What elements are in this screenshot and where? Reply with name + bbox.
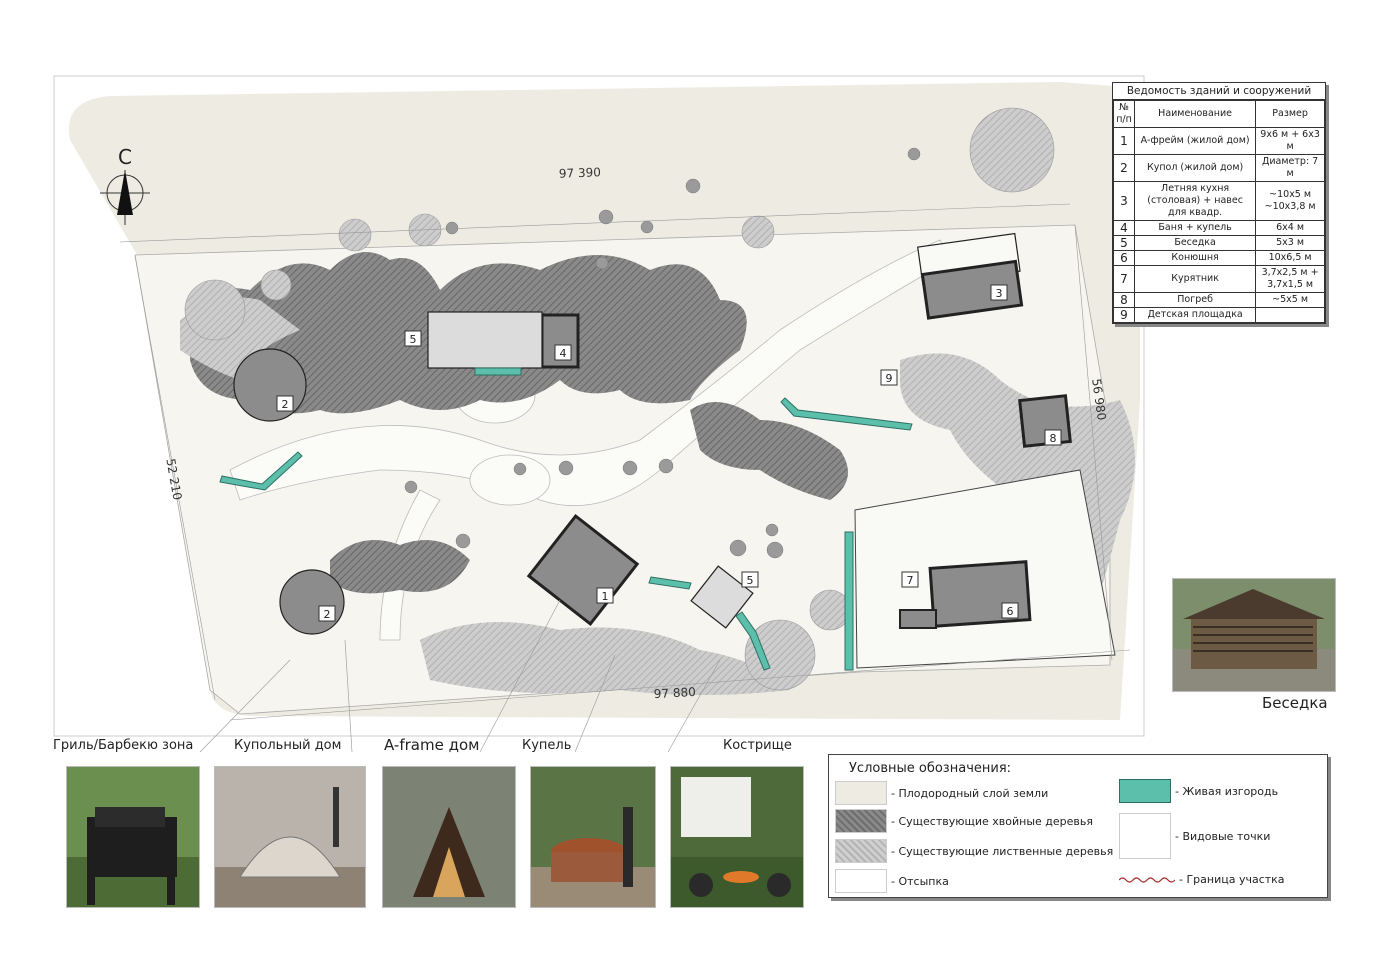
legend-item-deciduous: - Существующие лиственные деревья [835,839,1113,863]
legend-item-boundary: - Граница участка [1119,873,1285,886]
building-coop [899,609,937,629]
tag-5a: 5 [404,330,422,347]
legend-item-hedge: - Живая изгородь [1119,779,1278,803]
schedule-table: № п/п Наименование Размер 1 А-фрейм (жилой … [1113,100,1325,323]
tag-3: 3 [990,284,1008,301]
conifer-swatch-icon [835,809,887,833]
tag-2a: 2 [276,395,294,412]
svg-text:3: 3 [996,287,1003,300]
table-row: 7 Курятник 3,7х2,5 м + 3,7х1,5 м [1113,265,1325,293]
building-gazebo-terrace [427,311,543,369]
legend-item-viewpoints: - Видовые точки [1119,813,1270,859]
caption-grill: Гриль/Барбекю зона [53,738,194,753]
gravel-swatch-icon [835,869,887,893]
legend-item-fertile: - Плодородный слой земли [835,781,1048,805]
legend-title: Условные обозначения: [849,761,1012,776]
svg-text:5: 5 [410,333,417,346]
svg-text:9: 9 [886,372,893,385]
caption-aframe: A-frame дом [384,736,480,754]
viewpoint-swatch-icon [1119,813,1171,859]
tag-6: 6 [1001,602,1019,619]
tub-photo [530,766,656,908]
building-dome-2 [279,569,345,635]
table-row: 9 Детская площадка [1113,307,1325,323]
svg-text:5: 5 [747,574,754,587]
header-number: № п/п [1113,100,1135,128]
legend-item-gravel: - Отсыпка [835,869,949,893]
caption-fire: Кострище [723,738,792,753]
table-row: 1 А-фрейм (жилой дом) 9х6 м + 6х3 м [1113,127,1325,155]
caption-gazebo: Беседка [1262,694,1328,712]
building-dome-1 [233,348,307,422]
table-row: 6 Конюшня 10х6,5 м [1113,250,1325,266]
tag-9: 9 [880,369,898,386]
hedge-swatch-icon [1119,779,1171,803]
gazebo-photo [1172,578,1336,692]
svg-text:2: 2 [324,608,331,621]
table-row: 2 Купол (жилой дом) Диаметр: 7 м [1113,154,1325,182]
tag-8: 8 [1044,429,1062,446]
schedule-title: Ведомость зданий и сооружений [1113,83,1325,100]
svg-text:4: 4 [560,347,567,360]
header-name: Наименование [1133,100,1257,128]
fertile-swatch-icon [835,781,887,805]
aframe-photo [382,766,516,908]
caption-dome: Купольный дом [234,738,342,753]
table-row: 3 Летняя кухня (столовая) + навес для ква… [1113,181,1325,221]
deciduous-swatch-icon [835,839,887,863]
grill-photo [66,766,200,908]
tag-1: 1 [596,587,614,604]
svg-text:7: 7 [907,574,914,587]
tag-7: 7 [901,571,919,588]
svg-text:2: 2 [282,398,289,411]
tag-4: 4 [554,344,572,361]
svg-text:8: 8 [1050,432,1057,445]
tag-2b: 2 [318,605,336,622]
north-label: С [118,145,132,169]
header-size: Размер [1255,100,1325,128]
dimension-bottom: 97 880 [653,685,696,701]
legend-item-conifers: - Существующие хвойные деревья [835,809,1093,833]
table-row: 8 Погреб ~5х5 м [1113,292,1325,308]
table-row: 5 Беседка 5х3 м [1113,235,1325,251]
dimension-top: 97 390 [559,165,601,180]
caption-tub: Купель [522,738,572,753]
dome-photo [214,766,366,908]
legend: Условные обозначения: - Плодородный слой… [828,754,1328,898]
tag-5b: 5 [741,571,759,588]
svg-text:6: 6 [1007,605,1014,618]
svg-text:1: 1 [602,590,609,603]
buildings-schedule: Ведомость зданий и сооружений № п/п Наиме… [1112,82,1326,324]
table-row: 4 Баня + купель 6х4 м [1113,220,1325,236]
boundary-line-icon [1119,876,1175,883]
firepit-photo [670,766,804,908]
